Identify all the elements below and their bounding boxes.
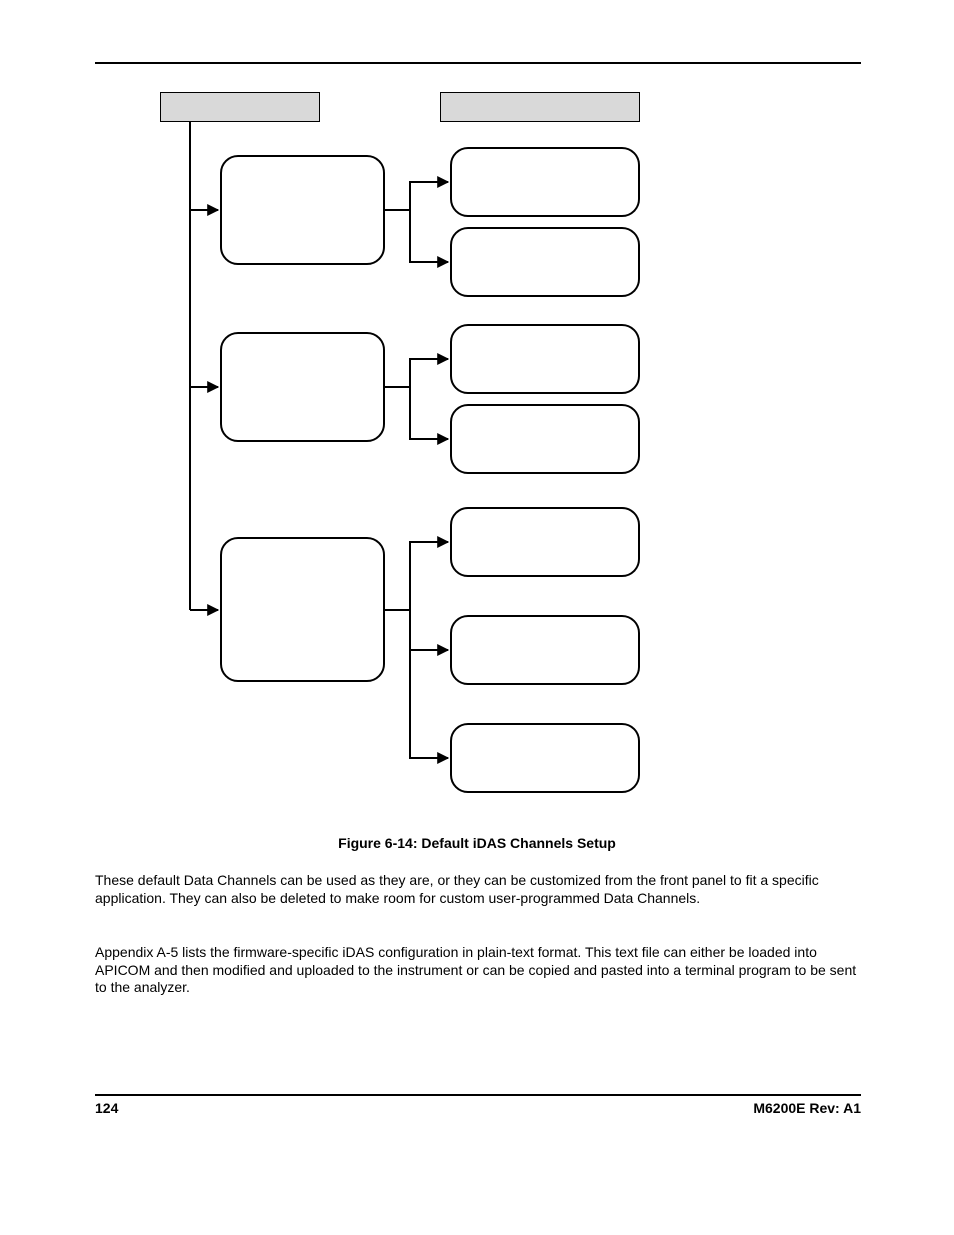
diagram-param-2-1: [450, 324, 640, 394]
diagram-channel-2: [220, 332, 385, 442]
diagram-header-right: [440, 92, 640, 122]
diagram-channel-1: [220, 155, 385, 265]
page-number: 124: [95, 1100, 118, 1116]
paragraph-1: These default Data Channels can be used …: [95, 872, 861, 907]
header-rule: [95, 62, 861, 64]
diagram-param-2-2: [450, 404, 640, 474]
document-page: Figure 6-14: Default iDAS Channels Setup…: [0, 0, 954, 1235]
diagram-param-3-1: [450, 507, 640, 577]
diagram-header-left: [160, 92, 320, 122]
idas-diagram: [160, 92, 702, 822]
diagram-channel-3: [220, 537, 385, 682]
diagram-param-3-2: [450, 615, 640, 685]
diagram-param-3-3: [450, 723, 640, 793]
figure-caption: Figure 6-14: Default iDAS Channels Setup: [0, 835, 954, 851]
footer-rule: [95, 1094, 861, 1096]
document-revision: M6200E Rev: A1: [753, 1100, 861, 1116]
diagram-param-1-2: [450, 227, 640, 297]
paragraph-2: Appendix A-5 lists the firmware-specific…: [95, 944, 861, 997]
diagram-param-1-1: [450, 147, 640, 217]
